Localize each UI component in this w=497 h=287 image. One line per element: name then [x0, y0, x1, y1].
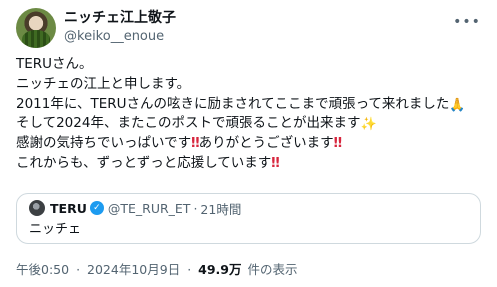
verified-badge-icon: ✓ — [89, 201, 104, 215]
tweet-header: ニッチェ江上敬子 @keiko__enoue ••• — [16, 8, 481, 48]
author-names: ニッチェ江上敬子 @keiko__enoue — [64, 9, 176, 46]
author-display-name[interactable]: ニッチェ江上敬子 — [64, 9, 176, 27]
quoted-tweet-header: TERU ✓ @TE_RUR_ET · 21時間 — [29, 199, 241, 218]
post-date[interactable]: 2024年10月9日 — [87, 262, 180, 277]
author-avatar[interactable] — [16, 8, 56, 48]
tweet-line: ニッチェの江上と申します。 — [16, 75, 191, 92]
tweet-line: TERUさん。 — [16, 56, 93, 72]
quoted-author-avatar[interactable] — [29, 200, 45, 216]
double-exclamation-icon: ‼ — [191, 135, 200, 152]
quoted-timestamp[interactable]: 21時間 — [200, 199, 241, 218]
tweet-line: そして2024年、またこのポストで頑張ることが出来ます✨ — [16, 114, 486, 134]
more-options-icon[interactable]: ••• — [453, 12, 480, 32]
tweet-line-text: これからも、ずっとずっと応援しています — [16, 154, 272, 171]
double-exclamation-icon: ‼ — [271, 154, 280, 171]
tweet-line-text: ありがとうございます — [198, 135, 334, 152]
quoted-separator: · — [193, 200, 198, 216]
tweet-footer: 午後0:50 · 2024年10月9日 · 49.9万 件の表示 — [16, 262, 298, 278]
avatar-melon-graphic — [22, 30, 50, 48]
post-time[interactable]: 午後0:50 — [16, 262, 69, 277]
quoted-author-handle[interactable]: @TE_RUR_ET — [108, 201, 191, 216]
quoted-author-name[interactable]: TERU — [50, 201, 87, 216]
tweet-line-text: 感謝の気持ちでいっぱいです — [16, 135, 192, 152]
tweet-line: これからも、ずっとずっと応援しています‼ — [16, 154, 486, 174]
tweet-line: 感謝の気持ちでいっぱいです‼ありがとうございます‼ — [16, 134, 486, 154]
author-handle[interactable]: @keiko__enoue — [64, 28, 176, 46]
views-count: 49.9万 — [198, 262, 242, 277]
footer-separator: · — [76, 262, 81, 277]
quoted-tweet-text: ニッチェ — [29, 222, 82, 237]
footer-separator: · — [187, 262, 192, 277]
tweet-text: TERUさん。 ニッチェの江上と申します。 2011年に、TERUさんの呟きに励… — [16, 55, 486, 174]
tweet-line-text: 2011年に、TERUさんの呟きに励まされてここまで頑張って来れました — [16, 95, 450, 112]
tweet-line-text: そして2024年、またこのポストで頑張ることが出来ます — [16, 115, 361, 132]
sparkles-emoji-icon: ✨ — [360, 117, 377, 133]
pray-emoji-icon: 🙏 — [449, 97, 466, 113]
tweet-line: 2011年に、TERUさんの呟きに励まされてここまで頑張って来れました🙏 — [16, 95, 486, 115]
double-exclamation-icon: ‼ — [333, 135, 343, 152]
views-label: 件の表示 — [247, 262, 298, 277]
quoted-tweet-card[interactable]: TERU ✓ @TE_RUR_ET · 21時間 ニッチェ — [16, 193, 481, 244]
